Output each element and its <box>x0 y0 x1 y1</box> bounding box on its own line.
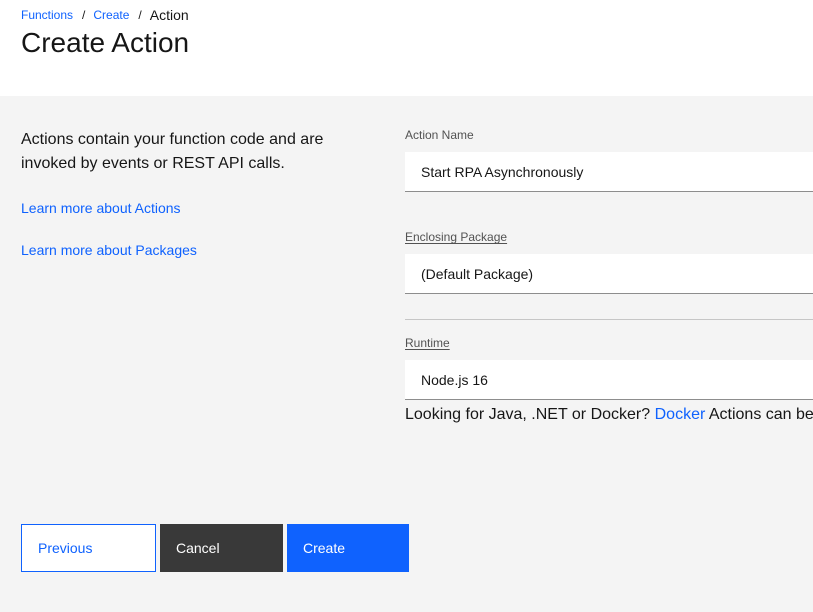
page-header: Functions / Create / Action Create Actio… <box>0 0 813 96</box>
form-divider <box>405 319 813 320</box>
page-title: Create Action <box>21 27 190 58</box>
intro-panel: Actions contain your function code and a… <box>21 128 361 258</box>
docker-link[interactable]: Docker <box>655 406 706 423</box>
previous-button[interactable]: Previous <box>21 524 156 572</box>
helper-suffix: Actions can be c <box>708 406 813 423</box>
enclosing-package-select[interactable]: (Default Package) <box>405 254 813 294</box>
helper-prefix: Looking for Java, .NET or Docker? <box>405 406 651 423</box>
runtime-label: Runtime <box>405 336 450 350</box>
enclosing-package-label: Enclosing Package <box>405 230 508 244</box>
breadcrumb-separator: / <box>138 8 142 22</box>
create-button[interactable]: Create <box>287 524 409 572</box>
intro-description: Actions contain your function code and a… <box>21 131 324 172</box>
breadcrumb-link-functions[interactable]: Functions <box>21 8 73 22</box>
breadcrumb-link-create[interactable]: Create <box>93 8 129 22</box>
runtime-helper-text: Looking for Java, .NET or Docker? Docker… <box>405 406 813 424</box>
action-name-label: Action Name <box>405 128 474 142</box>
learn-more-packages-link[interactable]: Learn more about Packages <box>21 242 197 258</box>
learn-more-actions-link[interactable]: Learn more about Actions <box>21 200 181 216</box>
breadcrumb-separator: / <box>82 8 86 22</box>
action-name-input[interactable]: Start RPA Asynchronously <box>405 152 813 192</box>
cancel-button[interactable]: Cancel <box>160 524 283 572</box>
breadcrumb: Functions / Create / Action <box>21 7 189 23</box>
breadcrumb-current: Action <box>149 7 189 23</box>
runtime-select[interactable]: Node.js 16 <box>405 360 813 400</box>
